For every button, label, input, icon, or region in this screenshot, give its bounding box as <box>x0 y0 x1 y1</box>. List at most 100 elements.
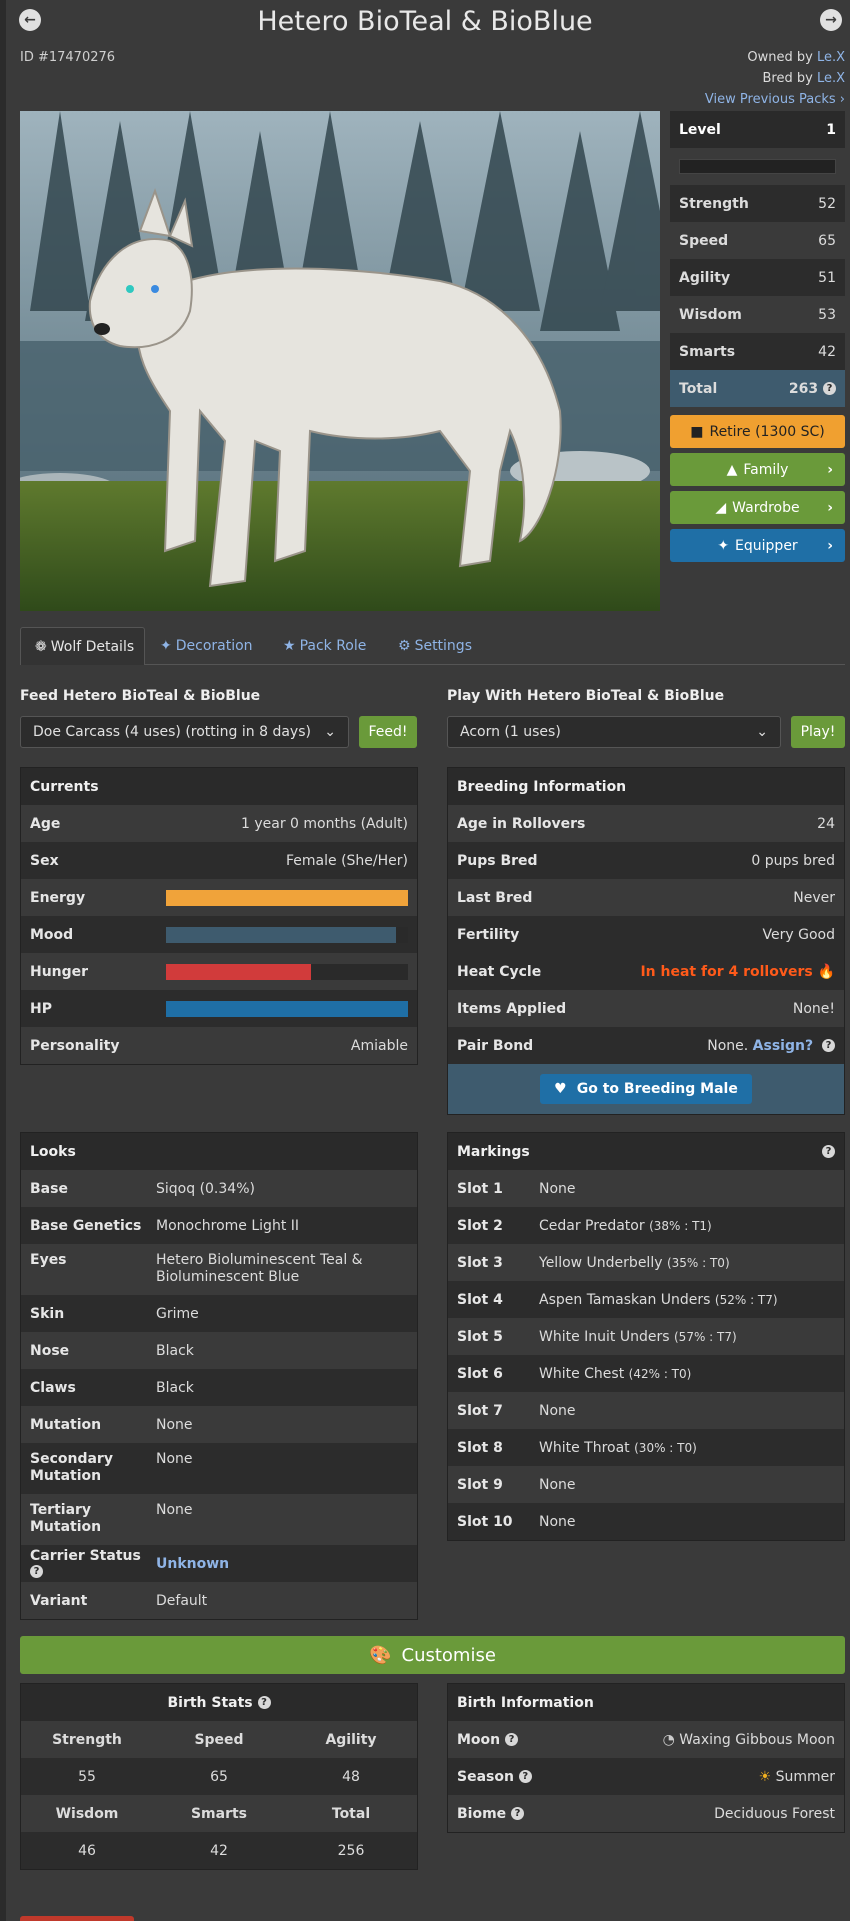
bottom-button-edge[interactable] <box>20 1916 134 1921</box>
breeding-label: Last Bred <box>457 889 533 906</box>
looks-value: Black <box>156 1379 194 1396</box>
question-icon[interactable]: ? <box>257 1696 271 1709</box>
items-label: Items Applied <box>457 1000 567 1017</box>
marking-slot-row: Slot 9 None <box>448 1466 844 1503</box>
assign-link[interactable]: Assign? <box>753 1038 813 1054</box>
birth-stat-value: 256 <box>337 1842 365 1859</box>
feed-select[interactable]: Doe Carcass (4 uses) (rotting in 8 days)… <box>20 716 349 748</box>
looks-label: Eyes <box>30 1252 67 1268</box>
stat-label: Speed <box>679 232 729 249</box>
marking-slot-row: Slot 2 Cedar Predator (38% : T1) <box>448 1207 844 1244</box>
sex-row: Sex Female (She/Her) <box>21 842 417 879</box>
level-value: 1 <box>826 121 836 138</box>
slot-value: Aspen Tamaskan Unders (52% : T7) <box>539 1292 835 1308</box>
carrier-row: Carrier Status ? Unknown <box>21 1545 417 1582</box>
chevron-down-icon: ⌄ <box>324 724 336 740</box>
question-icon[interactable]: ? <box>823 382 836 395</box>
birth-stat-label: Strength <box>52 1731 122 1748</box>
breeder-link[interactable]: Le.X <box>817 71 845 86</box>
looks-value: None <box>156 1502 193 1518</box>
birth-stat-label: Total <box>331 1805 371 1822</box>
stat-label: Strength <box>679 195 749 212</box>
bred-by: Bred by Le.X <box>763 71 846 86</box>
looks-label: Skin <box>30 1305 65 1322</box>
markings-title: Markings <box>457 1143 530 1160</box>
level-row: Level 1 <box>670 111 845 148</box>
play-button[interactable]: Play! <box>791 716 845 748</box>
breeding-panel: Breeding Information Age in Rollovers 24 P… <box>447 767 845 1115</box>
tab-decoration[interactable]: ✦ Decoration <box>160 627 253 665</box>
total-value: 263 <box>788 380 819 397</box>
question-icon[interactable]: ? <box>30 1565 43 1578</box>
stat-label: Wisdom <box>679 306 742 323</box>
personality-row: Personality Amiable <box>21 1027 417 1064</box>
slot-percent: (35% : T0) <box>666 1255 730 1270</box>
breeding-row: Age in Rollovers 24 <box>448 805 844 842</box>
question-icon[interactable]: ? <box>822 1039 835 1052</box>
looks-label: Nose <box>30 1342 70 1359</box>
looks-label: Tertiary Mutation <box>30 1502 102 1535</box>
equipper-button[interactable]: ✦ Equipper › <box>670 529 845 562</box>
family-button[interactable]: ▲ Family › <box>670 453 845 486</box>
tab-pack-role[interactable]: ★ Pack Role <box>283 627 366 665</box>
marking-slot-row: Slot 8 White Throat (30% : T0) <box>448 1429 844 1466</box>
retire-label: Retire (1300 SC) <box>709 423 825 440</box>
slot-percent: (57% : T7) <box>674 1329 737 1344</box>
retire-button[interactable]: ■ Retire (1300 SC) <box>670 415 845 448</box>
hp-bar-fill <box>166 1000 408 1017</box>
birth-stats-header-row-2: Wisdom Smarts Total <box>21 1795 417 1832</box>
breeding-value: Never <box>793 889 835 906</box>
marking-slot-row: Slot 10 None <box>448 1503 844 1540</box>
slot-value: White Throat (30% : T0) <box>539 1440 835 1456</box>
question-icon[interactable]: ? <box>505 1733 519 1746</box>
pair-value: None. <box>707 1037 749 1054</box>
view-previous-label: View Previous Packs <box>704 92 836 107</box>
tab-label: Settings <box>414 638 472 654</box>
customise-button[interactable]: 🎨 Customise <box>20 1636 845 1674</box>
marking-slot-row: Slot 6 White Chest (42% : T0) <box>448 1355 844 1392</box>
stat-row-wisdom: Wisdom 53 <box>670 296 845 333</box>
pair-label: Pair Bond <box>457 1037 534 1054</box>
chevron-right-icon: › <box>827 499 833 516</box>
play-select[interactable]: Acorn (1 uses) ⌄ <box>447 716 781 748</box>
owner-link[interactable]: Le.X <box>817 50 845 65</box>
looks-row: Secondary Mutation None <box>21 1443 417 1494</box>
slot-percent: (42% : T0) <box>628 1366 692 1381</box>
sparkle-icon: ✦ <box>717 537 730 554</box>
marking-slot-row: Slot 1 None <box>448 1170 844 1207</box>
moon-label: Moon <box>457 1731 501 1748</box>
tab-label: Decoration <box>175 638 253 654</box>
chevron-down-icon: ⌄ <box>756 724 768 740</box>
stat-label: Smarts <box>679 343 736 360</box>
left-edge <box>0 0 6 1921</box>
customise-label: Customise <box>401 1644 496 1666</box>
retire-icon: ■ <box>690 423 704 440</box>
question-icon[interactable]: ? <box>518 1770 532 1783</box>
play-selected: Acorn (1 uses) <box>460 724 561 740</box>
birth-stats-header: Birth Stats ? <box>21 1684 417 1721</box>
question-icon[interactable]: ? <box>822 1145 835 1158</box>
go-to-breeding-male-button[interactable]: ♥ Go to Breeding Male <box>540 1074 752 1104</box>
looks-value: Black <box>156 1342 194 1359</box>
looks-value: Hetero Bioluminescent Teal & Bioluminesc… <box>156 1252 363 1285</box>
wardrobe-button[interactable]: ◢ Wardrobe › <box>670 491 845 524</box>
tab-wolf-details[interactable]: ❁ Wolf Details <box>20 627 145 665</box>
tab-settings[interactable]: ⚙ Settings <box>398 627 472 665</box>
looks-value: None <box>156 1451 193 1467</box>
moon-icon: ◔ <box>662 1731 675 1748</box>
view-previous-packs-link[interactable]: View Previous Packs › <box>705 92 845 107</box>
stat-value: 53 <box>818 306 836 323</box>
birth-stat-label: Speed <box>194 1731 244 1748</box>
question-icon[interactable]: ? <box>511 1807 525 1820</box>
stat-row-strength: Strength 52 <box>670 185 845 222</box>
feed-button[interactable]: Feed! <box>359 716 417 748</box>
birth-stats-header-row-1: Strength Speed Agility <box>21 1721 417 1758</box>
looks-value: Siqoq (0.34%) <box>156 1180 255 1197</box>
birth-stat-label: Wisdom <box>55 1805 119 1822</box>
currents-panel: Currents Age 1 year 0 months (Adult) Sex F… <box>20 767 418 1065</box>
paw-icon: ❁ <box>35 638 47 655</box>
carrier-value[interactable]: Unknown <box>156 1556 408 1572</box>
star-icon: ★ <box>283 638 296 654</box>
birth-stat-value: 55 <box>78 1768 96 1785</box>
stat-value: 65 <box>818 232 836 249</box>
